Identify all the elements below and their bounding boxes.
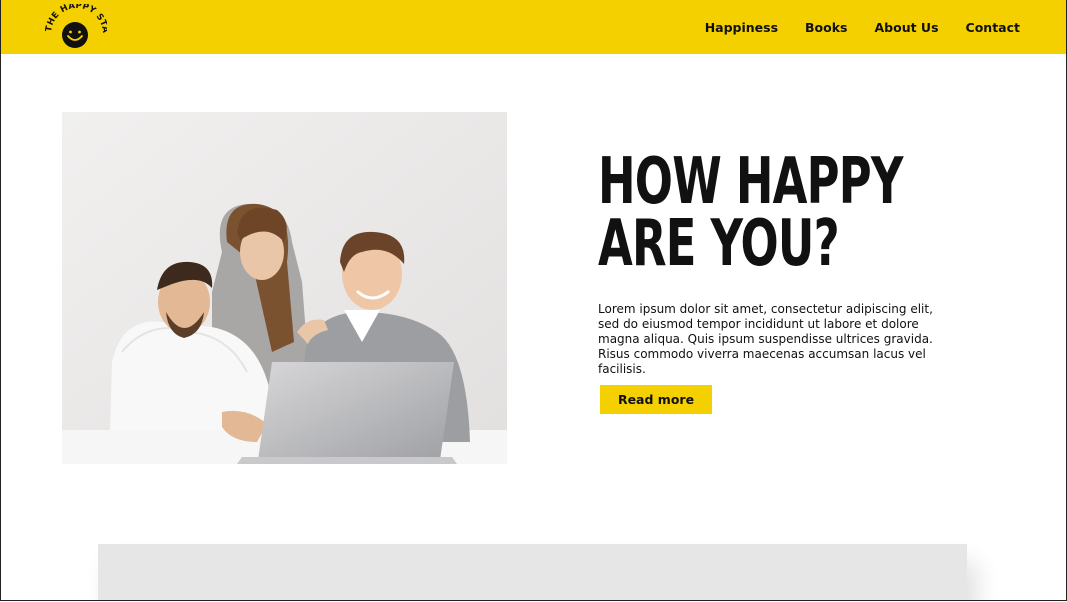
hero-description: Lorem ipsum dolor sit amet, consectetur …: [598, 302, 933, 376]
hero-title-line-2: ARE YOU?: [598, 207, 840, 281]
page: THE HAPPY STATS Happiness Books About Us…: [0, 0, 1067, 601]
nav-contact[interactable]: Contact: [966, 20, 1020, 35]
nav-about-us[interactable]: About Us: [875, 20, 939, 35]
nav-happiness[interactable]: Happiness: [705, 20, 778, 35]
smiley-icon: THE HAPPY STATS: [45, 4, 107, 48]
hero-title: HOW HAPPY ARE YOU?: [598, 150, 903, 276]
main-nav: Happiness Books About Us Contact: [705, 0, 1020, 54]
content-panel: [98, 544, 967, 600]
navbar: THE HAPPY STATS Happiness Books About Us…: [1, 0, 1066, 54]
nav-books[interactable]: Books: [805, 20, 847, 35]
logo[interactable]: THE HAPPY STATS: [45, 4, 107, 50]
read-more-button[interactable]: Read more: [600, 385, 712, 414]
hero-image: [62, 112, 507, 464]
